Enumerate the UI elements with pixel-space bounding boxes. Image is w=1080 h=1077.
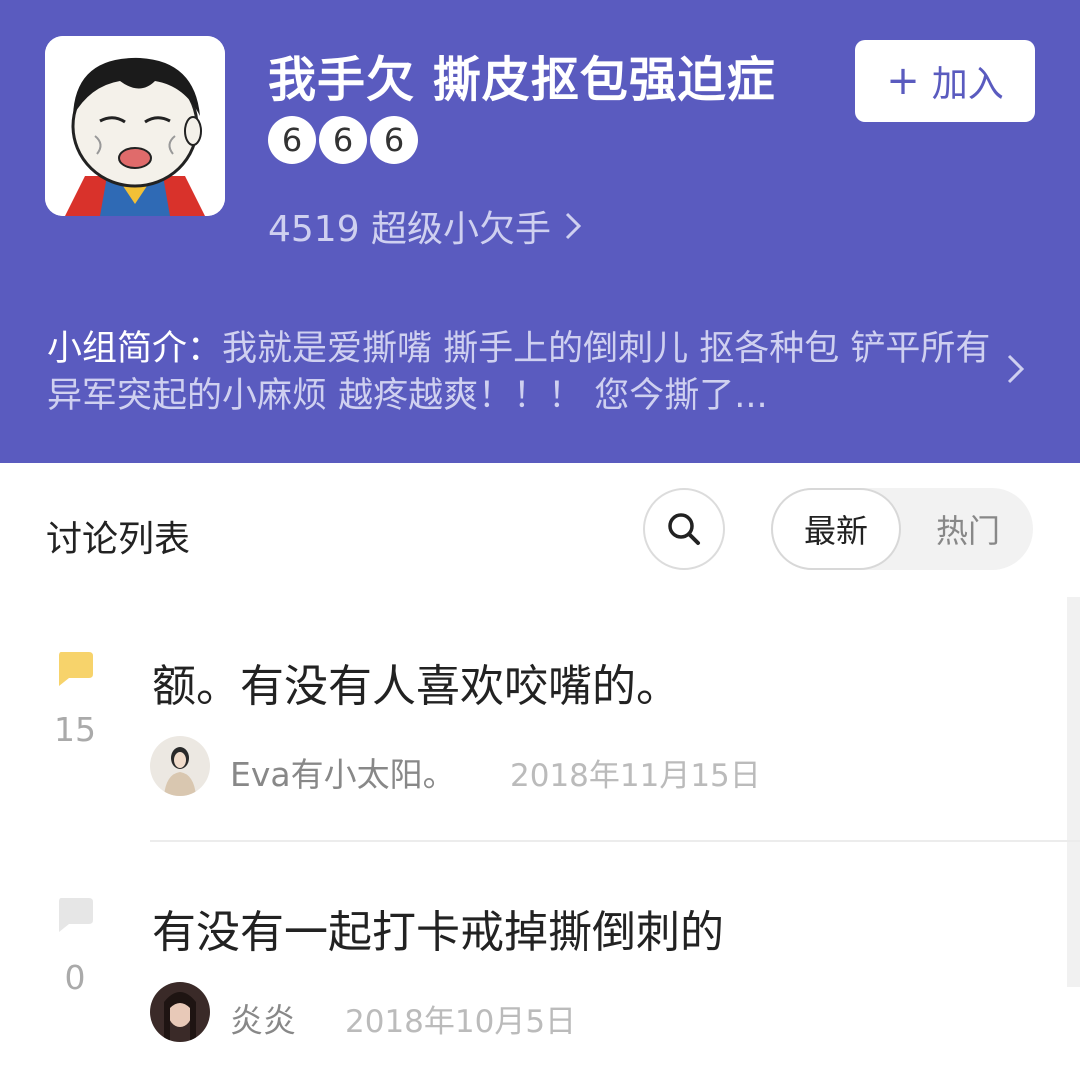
user-avatar-icon	[150, 736, 210, 796]
scrollbar[interactable]	[1067, 597, 1080, 987]
comment-count: 0	[64, 958, 86, 997]
post-title[interactable]: 额。有没有人喜欢咬嘴的。	[152, 650, 680, 714]
divider	[150, 840, 1080, 842]
level-badge: 6	[370, 116, 418, 164]
level-badge: 6	[319, 116, 367, 164]
cartoon-face-icon	[45, 36, 225, 216]
comment-icon	[59, 652, 93, 686]
sort-latest-tab[interactable]: 最新	[771, 488, 901, 570]
avatar[interactable]	[150, 736, 210, 796]
post-title[interactable]: 有没有一起打卡戒掉撕倒刺的	[152, 896, 724, 960]
avatar[interactable]	[150, 982, 210, 1042]
post-date: 2018年11月15日	[510, 758, 761, 794]
comment-count: 15	[54, 710, 96, 749]
post-author[interactable]: 炎炎	[230, 994, 296, 1042]
group-title: 我手欠 撕皮抠包强迫症	[268, 52, 776, 108]
level-badge: 6	[268, 116, 316, 164]
chevron-right-icon	[566, 212, 582, 240]
user-avatar-icon	[150, 982, 210, 1042]
join-button[interactable]: + 加入	[855, 40, 1035, 122]
group-intro[interactable]: 小组简介：我就是爱撕嘴 撕手上的倒刺儿 抠各种包 铲平所有异军突起的小麻烦 越疼…	[47, 326, 1007, 420]
join-label: 加入	[931, 64, 1004, 105]
section-title: 讨论列表	[46, 519, 191, 560]
group-header: 我手欠 撕皮抠包强迫症 6 6 6 4519 超级小欠手 + 加入 小组简介：我…	[0, 0, 1080, 463]
search-icon	[668, 513, 700, 545]
group-avatar[interactable]	[45, 36, 225, 216]
plus-icon: +	[886, 58, 920, 104]
badge-row: 6 6 6	[268, 116, 421, 164]
comment-icon	[59, 898, 93, 932]
post-date: 2018年10月5日	[345, 1004, 577, 1040]
intro-label: 小组简介：	[47, 329, 223, 369]
sort-hot-tab[interactable]: 热门	[903, 488, 1033, 570]
chevron-right-icon[interactable]	[1005, 350, 1027, 388]
post-author[interactable]: Eva有小太阳。	[230, 748, 456, 796]
member-count-text: 4519 超级小欠手	[268, 209, 552, 250]
sort-toggle: 最新 热门	[771, 488, 1033, 570]
search-button[interactable]	[643, 488, 725, 570]
member-count-link[interactable]: 4519 超级小欠手	[268, 200, 585, 252]
